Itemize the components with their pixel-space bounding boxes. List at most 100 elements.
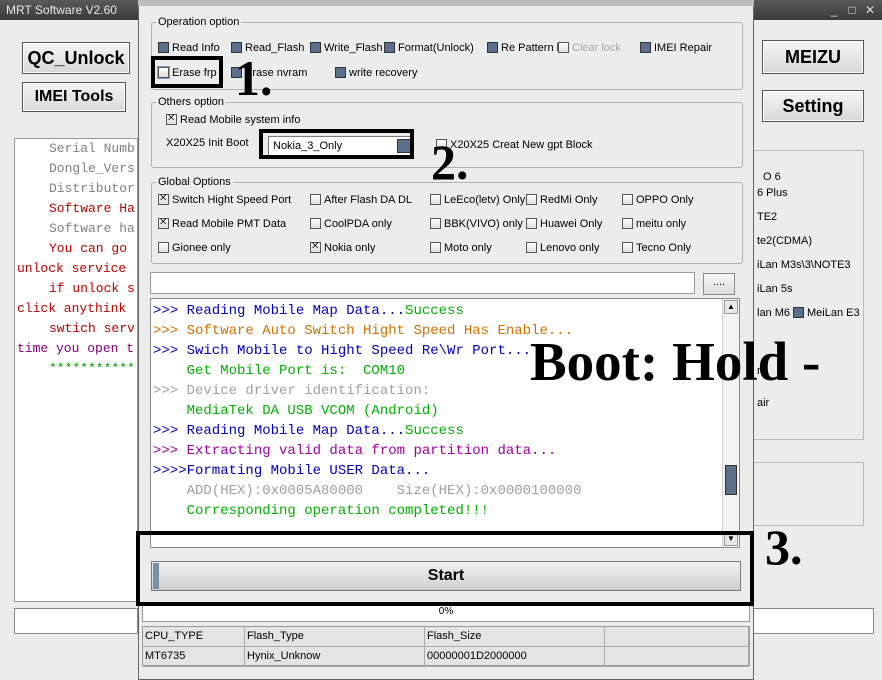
operation-option-4[interactable]: Re Pattern lo <box>487 42 565 54</box>
log-line: >>> Swich Mobile to Hight Speed Re\Wr Po… <box>153 341 581 361</box>
checkbox-icon[interactable] <box>310 241 321 253</box>
table-cell: Hynix_Unknow <box>245 647 425 667</box>
qc-unlock-button[interactable]: QC_Unlock <box>22 42 130 74</box>
checkbox-icon[interactable] <box>526 242 537 253</box>
global-option-9[interactable]: meitu only <box>622 218 686 230</box>
checkbox-icon[interactable] <box>526 218 537 229</box>
read-mobile-system-info-option[interactable]: Read Mobile system info <box>166 113 300 126</box>
global-option-10[interactable]: Gionee only <box>158 242 231 254</box>
model-option[interactable]: iLan 5s <box>757 283 792 295</box>
global-option-4[interactable]: OPPO Only <box>622 194 693 206</box>
log-text: ADD(HEX):0x0005A80000 Size(HEX):0x000010… <box>153 483 582 499</box>
browse-button[interactable]: .... <box>703 273 735 295</box>
table-header: Flash_Type <box>245 627 425 647</box>
file-path-input[interactable] <box>150 272 695 294</box>
step-1-label: 1. <box>235 50 273 106</box>
global-option-11[interactable]: Nokia only <box>310 241 375 254</box>
checkbox-icon[interactable] <box>158 42 169 53</box>
window-title: MRT Software V2.60 <box>6 3 117 17</box>
meizu-button[interactable]: MEIZU <box>762 40 864 74</box>
model-list-panel: O 6 6 Plus TE2 te2(CDMA) iLan M3s\3\NOTE… <box>752 150 864 440</box>
global-option-7[interactable]: BBK(VIVO) only <box>430 218 523 230</box>
info-line: Software Ha <box>49 201 135 216</box>
global-option-3[interactable]: RedMi Only <box>526 194 597 206</box>
table-cell: 00000001D2000000 <box>425 647 605 667</box>
checkbox-icon[interactable] <box>310 194 321 205</box>
checkbox-icon[interactable] <box>526 194 537 205</box>
checkbox-icon[interactable] <box>622 194 633 205</box>
checkbox-icon[interactable] <box>622 218 633 229</box>
dialog-top-strip <box>138 0 754 6</box>
maximize-icon[interactable]: □ <box>844 3 860 17</box>
checkbox-icon[interactable] <box>430 242 441 253</box>
minimize-icon[interactable]: _ <box>826 3 842 17</box>
scroll-up-icon[interactable]: ▲ <box>724 300 738 314</box>
checkbox-icon[interactable] <box>430 194 441 205</box>
checkbox-icon[interactable] <box>158 242 169 253</box>
model-option[interactable]: O 6 <box>763 171 781 183</box>
log-lines: >>> Reading Mobile Map Data...Success >>>… <box>153 301 581 521</box>
checkbox-icon[interactable] <box>310 218 321 229</box>
operation-option-3[interactable]: Format(Unlock) <box>384 42 474 54</box>
global-option-1[interactable]: After Flash DA DL <box>310 194 412 206</box>
log-line: >>> Reading Mobile Map Data...Success <box>153 421 581 441</box>
checkbox-icon[interactable] <box>158 193 169 205</box>
device-info-panel: Serial Numb Dongle_Vers Distributor Softwar… <box>14 138 138 602</box>
bottom-left-field[interactable] <box>14 608 138 634</box>
init-boot-label: X20X25 Init Boot <box>166 137 249 149</box>
log-line: >>> Reading Mobile Map Data...Success <box>153 301 581 321</box>
operation-option-6[interactable]: IMEI Repair <box>640 42 712 54</box>
close-icon[interactable]: ✕ <box>862 3 878 17</box>
bottom-right-field[interactable] <box>752 608 874 634</box>
checkbox-icon[interactable] <box>158 217 169 229</box>
boot-instruction: Boot: Hold - <box>530 331 821 392</box>
log-text: >>> Software Auto Switch Hight Speed Has… <box>153 323 574 339</box>
global-option-13[interactable]: Lenovo only <box>526 242 599 254</box>
model-option-meilan-e3[interactable]: MeiLan E3 <box>793 307 860 319</box>
log-text: Get Mobile Port is: COM10 <box>153 363 406 379</box>
checkbox-icon[interactable] <box>335 67 346 78</box>
group-title: Global Options <box>156 176 233 188</box>
global-option-6[interactable]: CoolPDA only <box>310 218 392 230</box>
scroll-thumb[interactable] <box>725 465 737 495</box>
operation-option-5[interactable]: Clear lock <box>558 42 621 54</box>
checkbox-icon[interactable] <box>640 42 651 53</box>
checkbox-icon[interactable] <box>487 42 498 53</box>
info-line: swtich serv <box>49 321 135 336</box>
imei-tools-button[interactable]: IMEI Tools <box>22 82 126 112</box>
checkbox-icon[interactable] <box>558 42 569 53</box>
global-option-0[interactable]: Switch Hight Speed Port <box>158 193 291 206</box>
log-line: >>> Extracting valid data from partition… <box>153 441 581 461</box>
step-3-label: 3. <box>765 519 803 575</box>
global-option-12[interactable]: Moto only <box>430 242 492 254</box>
global-option-14[interactable]: Tecno Only <box>622 242 691 254</box>
info-line: Distributor <box>49 181 135 196</box>
global-option-8[interactable]: Huawei Only <box>526 218 602 230</box>
checkbox-icon[interactable] <box>622 242 633 253</box>
log-line: ADD(HEX):0x0005A80000 Size(HEX):0x000010… <box>153 481 582 501</box>
checkbox-icon[interactable] <box>430 218 441 229</box>
device-info-table: CPU_TYPE Flash_Type Flash_Size MT6735 Hy… <box>142 626 750 667</box>
model-option[interactable]: lan M6 <box>757 307 790 319</box>
info-line: unlock service <box>17 261 127 276</box>
global-option-5[interactable]: Read Mobile PMT Data <box>158 217 286 230</box>
model-option[interactable]: TE2 <box>757 211 777 223</box>
global-option-2[interactable]: LeEco(letv) Only <box>430 194 525 206</box>
checkbox-icon[interactable] <box>166 113 177 125</box>
log-text: Success <box>405 303 464 319</box>
checkbox-icon[interactable] <box>384 42 395 53</box>
model-option[interactable]: te2(CDMA) <box>757 235 812 247</box>
highlight-box-init-boot <box>259 129 414 159</box>
highlight-box-erase-frp <box>151 56 223 88</box>
checkbox-icon[interactable] <box>310 42 321 53</box>
model-option[interactable]: 6 Plus <box>757 187 788 199</box>
operation-option-0[interactable]: Read Info <box>158 42 220 54</box>
checkbox-icon[interactable] <box>793 307 804 318</box>
model-option[interactable]: air <box>757 397 769 409</box>
setting-button[interactable]: Setting <box>762 90 864 122</box>
info-line: time you open t <box>17 341 135 356</box>
operation-option-2[interactable]: Write_Flash <box>310 42 382 54</box>
log-text: >>> Swich Mobile to Hight Speed Re\Wr Po… <box>153 343 532 359</box>
operation-option-9[interactable]: write recovery <box>335 67 417 79</box>
model-option[interactable]: iLan M3s\3\NOTE3 <box>757 259 851 271</box>
